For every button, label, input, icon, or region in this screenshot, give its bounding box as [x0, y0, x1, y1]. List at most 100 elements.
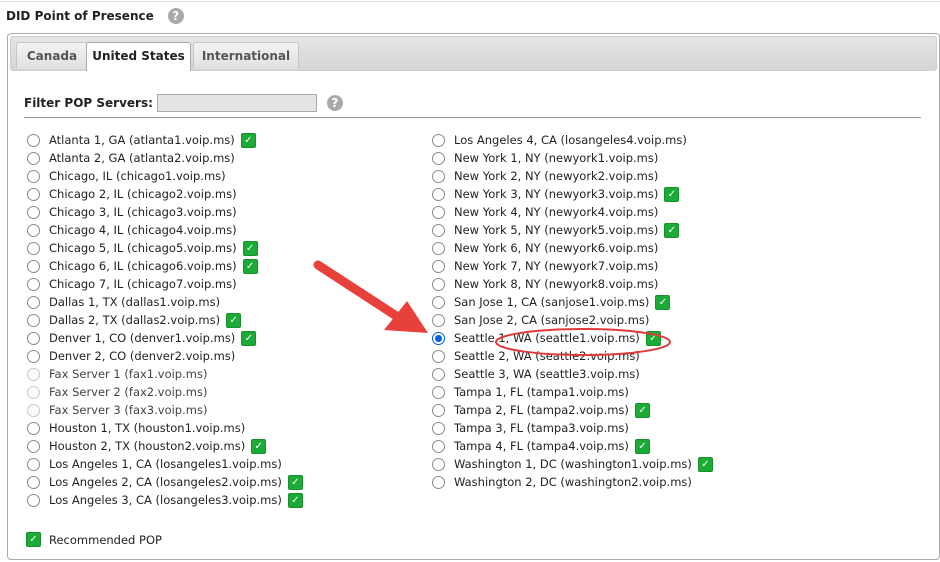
- radio-button[interactable]: [432, 277, 445, 291]
- server-label: Washington 2, DC (washington2.voip.ms): [454, 475, 692, 489]
- server-option-tampa-2-fl[interactable]: Tampa 2, FL (tampa2.voip.ms) ✓: [432, 401, 713, 419]
- server-label: New York 4, NY (newyork4.voip.ms): [454, 205, 659, 219]
- server-label: Denver 2, CO (denver2.voip.ms): [49, 349, 236, 363]
- server-option-chicago-5-il[interactable]: Chicago 5, IL (chicago5.voip.ms) ✓: [27, 239, 303, 257]
- radio-button[interactable]: [432, 439, 445, 453]
- radio-button[interactable]: [432, 349, 445, 363]
- radio-button[interactable]: [27, 313, 40, 327]
- server-option-new-york-3-ny[interactable]: New York 3, NY (newyork3.voip.ms) ✓: [432, 185, 713, 203]
- server-option-denver-2-co[interactable]: Denver 2, CO (denver2.voip.ms): [27, 347, 303, 365]
- server-label: San Jose 2, CA (sanjose2.voip.ms): [454, 313, 650, 327]
- filter-label: Filter POP Servers:: [24, 96, 153, 110]
- radio-button[interactable]: [432, 385, 445, 399]
- radio-button[interactable]: [27, 277, 40, 291]
- section-header: DID Point of Presence ?: [6, 8, 184, 24]
- server-option-chicago-2-il[interactable]: Chicago 2, IL (chicago2.voip.ms): [27, 185, 303, 203]
- server-option-chicago-3-il[interactable]: Chicago 3, IL (chicago3.voip.ms): [27, 203, 303, 221]
- server-label: Seattle 2, WA (seattle2.voip.ms): [454, 349, 640, 363]
- server-option-los-angeles-3-ca[interactable]: Los Angeles 3, CA (losangeles3.voip.ms) ✓: [27, 491, 303, 509]
- radio-button[interactable]: [432, 475, 445, 489]
- server-option-san-jose-1-ca[interactable]: San Jose 1, CA (sanjose1.voip.ms) ✓: [432, 293, 713, 311]
- tab-international[interactable]: International: [193, 42, 299, 69]
- server-label: San Jose 1, CA (sanjose1.voip.ms): [454, 295, 650, 309]
- server-option-chicago-6-il[interactable]: Chicago 6, IL (chicago6.voip.ms) ✓: [27, 257, 303, 275]
- radio-button[interactable]: [432, 223, 445, 237]
- server-option-atlanta-1-ga[interactable]: Atlanta 1, GA (atlanta1.voip.ms) ✓: [27, 131, 303, 149]
- radio-button[interactable]: [432, 169, 445, 183]
- radio-button[interactable]: [27, 439, 40, 453]
- filter-help-icon[interactable]: ?: [326, 95, 343, 111]
- radio-button[interactable]: [27, 187, 40, 201]
- radio-button[interactable]: [432, 133, 445, 147]
- server-option-san-jose-2-ca[interactable]: San Jose 2, CA (sanjose2.voip.ms): [432, 311, 713, 329]
- server-option-seattle-1-wa[interactable]: Seattle 1, WA (seattle1.voip.ms) ✓: [432, 329, 713, 347]
- radio-button[interactable]: [27, 295, 40, 309]
- radio-button[interactable]: [27, 133, 40, 147]
- tab-canada[interactable]: Canada: [16, 42, 88, 69]
- server-option-new-york-6-ny[interactable]: New York 6, NY (newyork6.voip.ms): [432, 239, 713, 257]
- help-icon[interactable]: ?: [167, 8, 184, 24]
- server-option-atlanta-2-ga[interactable]: Atlanta 2, GA (atlanta2.voip.ms): [27, 149, 303, 167]
- radio-button[interactable]: [27, 205, 40, 219]
- server-option-los-angeles-1-ca[interactable]: Los Angeles 1, CA (losangeles1.voip.ms): [27, 455, 303, 473]
- server-label: Chicago 4, IL (chicago4.voip.ms): [49, 223, 237, 237]
- radio-button[interactable]: [432, 403, 445, 417]
- server-option-washington-2-dc[interactable]: Washington 2, DC (washington2.voip.ms): [432, 473, 713, 491]
- radio-button[interactable]: [27, 259, 40, 273]
- radio-button[interactable]: [432, 367, 445, 381]
- server-label: New York 7, NY (newyork7.voip.ms): [454, 259, 659, 273]
- server-option-chicago-il[interactable]: Chicago, IL (chicago1.voip.ms): [27, 167, 303, 185]
- radio-button[interactable]: [432, 331, 445, 345]
- legend-label: Recommended POP: [49, 532, 162, 547]
- radio-button[interactable]: [27, 169, 40, 183]
- radio-button[interactable]: [432, 421, 445, 435]
- server-option-washington-1-dc[interactable]: Washington 1, DC (washington1.voip.ms) ✓: [432, 455, 713, 473]
- server-option-new-york-2-ny[interactable]: New York 2, NY (newyork2.voip.ms): [432, 167, 713, 185]
- server-option-houston-1-tx[interactable]: Houston 1, TX (houston1.voip.ms): [27, 419, 303, 437]
- radio-button[interactable]: [27, 241, 40, 255]
- server-option-tampa-4-fl[interactable]: Tampa 4, FL (tampa4.voip.ms) ✓: [432, 437, 713, 455]
- server-option-chicago-7-il[interactable]: Chicago 7, IL (chicago7.voip.ms): [27, 275, 303, 293]
- server-option-chicago-4-il[interactable]: Chicago 4, IL (chicago4.voip.ms): [27, 221, 303, 239]
- radio-button[interactable]: [432, 259, 445, 273]
- server-option-new-york-1-ny[interactable]: New York 1, NY (newyork1.voip.ms): [432, 149, 713, 167]
- server-option-seattle-3-wa[interactable]: Seattle 3, WA (seattle3.voip.ms): [432, 365, 713, 383]
- radio-button[interactable]: [432, 151, 445, 165]
- check-icon: ✓: [697, 456, 713, 472]
- server-option-houston-2-tx[interactable]: Houston 2, TX (houston2.voip.ms) ✓: [27, 437, 303, 455]
- server-option-fax-server-1: Fax Server 1 (fax1.voip.ms): [27, 365, 303, 383]
- server-option-new-york-4-ny[interactable]: New York 4, NY (newyork4.voip.ms): [432, 203, 713, 221]
- radio-button[interactable]: [432, 457, 445, 471]
- filter-input[interactable]: [156, 94, 317, 112]
- radio-button[interactable]: [27, 457, 40, 471]
- radio-button[interactable]: [27, 493, 40, 507]
- radio-button[interactable]: [27, 223, 40, 237]
- server-option-seattle-2-wa[interactable]: Seattle 2, WA (seattle2.voip.ms): [432, 347, 713, 365]
- radio-button[interactable]: [432, 313, 445, 327]
- server-option-new-york-8-ny[interactable]: New York 8, NY (newyork8.voip.ms): [432, 275, 713, 293]
- radio-button[interactable]: [432, 187, 445, 201]
- radio-button[interactable]: [27, 151, 40, 165]
- server-option-los-angeles-4-ca[interactable]: Los Angeles 4, CA (losangeles4.voip.ms): [432, 131, 713, 149]
- tab-united-states[interactable]: United States: [86, 42, 191, 71]
- server-option-los-angeles-2-ca[interactable]: Los Angeles 2, CA (losangeles2.voip.ms) ✓: [27, 473, 303, 491]
- server-option-dallas-2-tx[interactable]: Dallas 2, TX (dallas2.voip.ms) ✓: [27, 311, 303, 329]
- radio-button[interactable]: [27, 421, 40, 435]
- server-option-tampa-1-fl[interactable]: Tampa 1, FL (tampa1.voip.ms): [432, 383, 713, 401]
- server-option-denver-1-co[interactable]: Denver 1, CO (denver1.voip.ms) ✓: [27, 329, 303, 347]
- section-title: DID Point of Presence: [6, 9, 154, 23]
- radio-button[interactable]: [27, 475, 40, 489]
- check-icon: ✓: [655, 294, 671, 310]
- check-icon: ✓: [645, 330, 661, 346]
- server-option-dallas-1-tx[interactable]: Dallas 1, TX (dallas1.voip.ms): [27, 293, 303, 311]
- radio-button[interactable]: [432, 205, 445, 219]
- radio-button[interactable]: [432, 241, 445, 255]
- server-option-new-york-7-ny[interactable]: New York 7, NY (newyork7.voip.ms): [432, 257, 713, 275]
- radio-button[interactable]: [27, 349, 40, 363]
- radio-button[interactable]: [27, 331, 40, 345]
- server-option-tampa-3-fl[interactable]: Tampa 3, FL (tampa3.voip.ms): [432, 419, 713, 437]
- radio-button[interactable]: [432, 295, 445, 309]
- radio-button: [27, 403, 40, 417]
- server-label: Dallas 2, TX (dallas2.voip.ms): [49, 313, 221, 327]
- server-option-new-york-5-ny[interactable]: New York 5, NY (newyork5.voip.ms) ✓: [432, 221, 713, 239]
